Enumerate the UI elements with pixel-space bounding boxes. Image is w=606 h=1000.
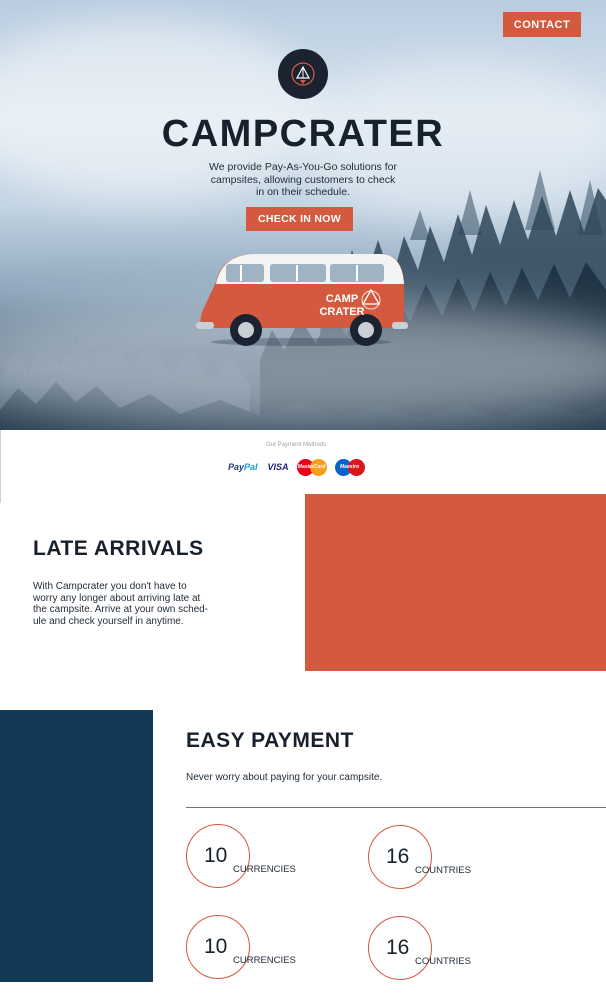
divider: [0, 430, 1, 503]
easy-payment-text: Never worry about paying for your campsi…: [186, 772, 383, 783]
paypal-logo-a: Pay: [228, 462, 245, 472]
brand-title: CAMPCRATER: [161, 113, 445, 155]
van-brand-text: CRATER: [319, 306, 364, 318]
late-arrivals-line: With Campcrater you don't have to: [33, 581, 187, 592]
maestro-logo: Maestro: [334, 458, 365, 476]
van-brand-text: CAMP: [326, 293, 358, 305]
mastercard-text: MasterCard: [297, 463, 326, 470]
paypal-logo-b: Pal: [244, 462, 258, 472]
stat-value: 16: [386, 936, 410, 959]
stat-unit: COUNTRIES: [415, 956, 471, 967]
contact-button[interactable]: CONTACT: [503, 12, 581, 37]
payment-methods-label: Our Payment Methods: [265, 442, 327, 448]
late-arrivals-text: With Campcrater you don't have to worry …: [33, 581, 223, 627]
maestro-text: Maestro: [339, 463, 360, 470]
paypal-logo: PayPal: [228, 462, 258, 472]
hero-section: CONTACT CAMPCRATER We provide Pay-As-You…: [0, 0, 606, 430]
late-arrivals-line: ule and check yourself in anytime.: [33, 615, 184, 627]
stat-value: 10: [204, 844, 228, 867]
stat-value: 16: [386, 845, 410, 868]
brand-logo[interactable]: [278, 49, 328, 99]
visa-logo: VISA: [267, 462, 289, 472]
late-arrivals-line: the campsite. Arrive at your own sched-: [33, 604, 209, 615]
camper-van-illustration: CAMP CRATER: [196, 254, 408, 346]
tagline-line: in on their schedule.: [256, 186, 350, 198]
easy-payment-image-block: [0, 710, 153, 982]
late-arrivals-heading: LATE ARRIVALS: [33, 537, 204, 560]
stat-unit: CURRENCIES: [233, 955, 296, 966]
payment-methods-row: PayPal VISA MasterCard Maestro: [228, 458, 365, 476]
late-arrivals-image-block: [305, 494, 606, 671]
tagline-line: campsites, allowing customers to check: [210, 173, 396, 186]
stat-value: 10: [204, 935, 228, 958]
tagline-line: We provide Pay-As-You-Go solutions for: [209, 161, 397, 173]
tent-logo-icon: [291, 62, 315, 86]
stat-unit: COUNTRIES: [415, 865, 471, 876]
easy-payment-heading: EASY PAYMENT: [186, 729, 354, 752]
hero-tagline: We provide Pay-As-You-Go solutions for c…: [203, 161, 403, 199]
check-in-button[interactable]: CHECK IN NOW: [246, 207, 353, 231]
section-divider: [186, 807, 606, 808]
mastercard-logo: MasterCard: [296, 458, 327, 476]
stat-unit: CURRENCIES: [233, 864, 296, 875]
late-arrivals-line: worry any longer about arriving late at: [33, 592, 201, 604]
